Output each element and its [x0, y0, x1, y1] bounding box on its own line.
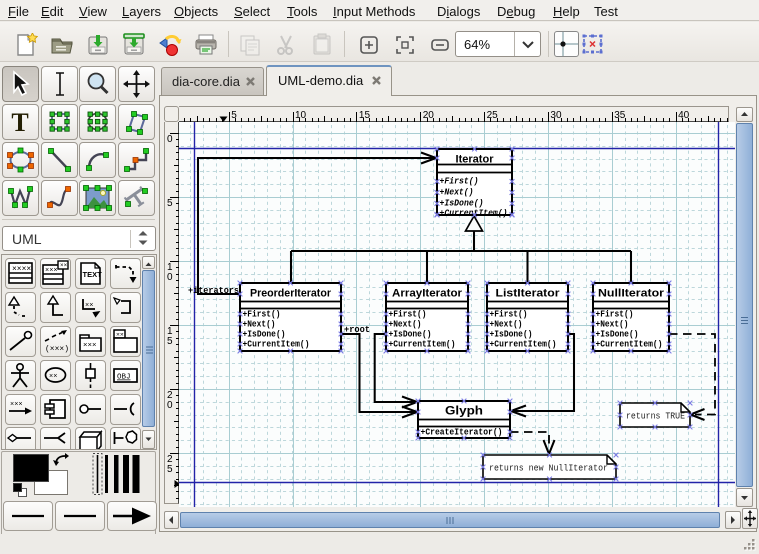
svg-text:×××: ×××: [83, 342, 97, 350]
svg-text:+IsDone(): +IsDone(): [596, 330, 639, 340]
svg-text:T: T: [11, 108, 28, 137]
svg-text:20: 20: [423, 110, 435, 121]
svg-text:5: 5: [167, 198, 173, 209]
svg-text:××××: ××××: [12, 265, 31, 274]
svg-text:×××: ×××: [10, 401, 23, 409]
svg-text:+root: +root: [344, 325, 370, 335]
svg-text:returns new NullIterator: returns new NullIterator: [489, 464, 608, 474]
svg-text:××: ××: [49, 373, 57, 381]
svg-text:(×××): (×××): [45, 345, 69, 354]
svg-text:××: ××: [85, 302, 93, 310]
svg-text:10: 10: [295, 110, 307, 121]
svg-text:+IsDone(): +IsDone(): [243, 330, 286, 340]
svg-text:+CurrentItem(): +CurrentItem(): [389, 340, 456, 350]
svg-text:+CurrentItem(): +CurrentItem(): [596, 340, 663, 350]
svg-text:××: ××: [60, 262, 68, 269]
svg-text:OBJ: OBJ: [117, 373, 131, 381]
svg-text:30: 30: [550, 110, 562, 121]
svg-text:0: 0: [167, 134, 173, 145]
svg-text:returns TRUE: returns TRUE: [626, 412, 685, 422]
svg-text:+First(): +First(): [243, 310, 281, 320]
svg-text:+First(): +First(): [596, 310, 634, 320]
svg-text:TEXT: TEXT: [82, 270, 102, 279]
svg-text:0: 0: [167, 272, 173, 283]
svg-text:Glyph: Glyph: [445, 404, 483, 418]
svg-text:35: 35: [614, 110, 626, 121]
svg-text:+Next(): +Next(): [389, 320, 422, 330]
svg-text:+First(): +First(): [440, 177, 479, 187]
svg-text:+First(): +First(): [490, 310, 528, 320]
svg-text:0: 0: [167, 400, 173, 411]
svg-text:+Next(): +Next(): [596, 320, 629, 330]
svg-text:ListIterator: ListIterator: [496, 288, 561, 300]
svg-text:ArrayIterator: ArrayIterator: [392, 288, 463, 300]
svg-text:+IsDone(): +IsDone(): [440, 199, 484, 209]
svg-text:×××: ×××: [45, 267, 58, 275]
svg-text:25: 25: [487, 110, 499, 121]
svg-text:+IsDone(): +IsDone(): [389, 330, 432, 340]
svg-text:5: 5: [231, 110, 237, 121]
svg-text:Iterator: Iterator: [456, 154, 495, 166]
svg-text:+iterators: +iterators: [188, 286, 239, 296]
svg-text:+First(): +First(): [389, 310, 427, 320]
svg-text:+IsDone(): +IsDone(): [490, 330, 533, 340]
svg-text:+CurrentItem(): +CurrentItem(): [490, 340, 557, 350]
svg-text:5: 5: [167, 336, 173, 347]
svg-text:40: 40: [678, 110, 690, 121]
svg-text:5: 5: [167, 464, 173, 475]
svg-text:+Next(): +Next(): [440, 188, 474, 198]
svg-text:15: 15: [359, 110, 371, 121]
svg-text:+Next(): +Next(): [243, 320, 276, 330]
svg-text:NullIterator: NullIterator: [598, 288, 665, 300]
svg-text:+Next(): +Next(): [490, 320, 523, 330]
svg-text:+CurrentItem(): +CurrentItem(): [243, 340, 310, 350]
svg-text:PreorderIterator: PreorderIterator: [250, 288, 332, 300]
